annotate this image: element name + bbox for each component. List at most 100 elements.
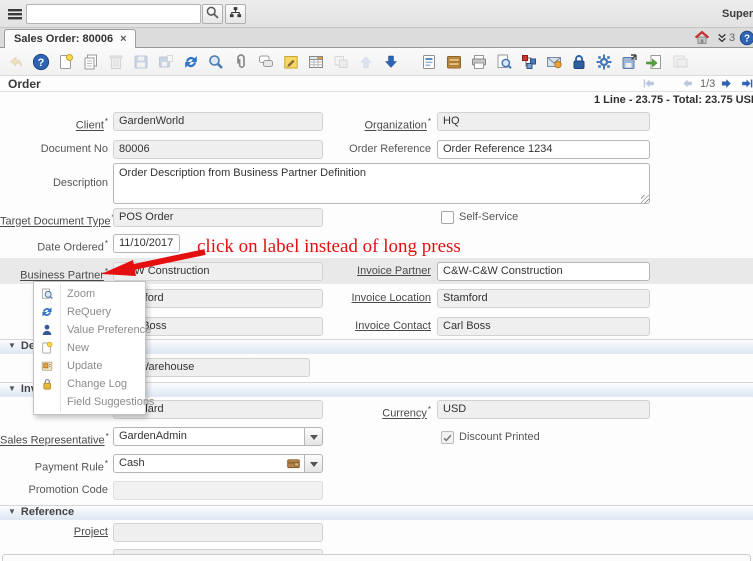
- collapse-triangle-icon: ▼: [8, 382, 16, 395]
- collapse-triangle-icon: ▼: [8, 505, 16, 518]
- tab-sales-order[interactable]: Sales Order: 80006 ×: [4, 29, 136, 48]
- sales-representative-label[interactable]: Sales Representative: [0, 427, 108, 446]
- self-service-checkbox[interactable]: [441, 211, 454, 224]
- svg-text:?: ?: [37, 57, 44, 69]
- client-label[interactable]: Client: [0, 112, 108, 131]
- date-ordered-label: Date Ordered: [0, 234, 108, 253]
- order-reference-label: Order Reference: [290, 140, 431, 159]
- detail-pane-edge[interactable]: [2, 554, 751, 561]
- payment-rule-label: Payment Rule: [0, 454, 108, 473]
- currency-field[interactable]: USD: [437, 400, 650, 419]
- order-reference-field[interactable]: Order Reference 1234: [437, 140, 650, 159]
- invoice-contact-field[interactable]: Carl Boss: [437, 317, 650, 336]
- organization-label[interactable]: Organization: [290, 112, 431, 131]
- menu-item-requery[interactable]: ReQuery: [34, 303, 145, 321]
- menu-item-value-preference[interactable]: Value Preference: [34, 321, 145, 339]
- chat-icon[interactable]: [255, 51, 276, 72]
- export-icon[interactable]: [618, 51, 639, 72]
- payment-rule-dropdown-button[interactable]: [305, 454, 323, 473]
- search-button[interactable]: [202, 4, 223, 24]
- nav-next-record-icon[interactable]: [720, 77, 733, 93]
- menu-item-label: Field Suggestions: [60, 396, 154, 408]
- invoice-location-label[interactable]: Invoice Location: [290, 289, 431, 308]
- private-record-icon[interactable]: [568, 51, 589, 72]
- self-service-label: Self-Service: [459, 211, 518, 224]
- copy-record-icon[interactable]: [80, 51, 101, 72]
- grid-toggle-icon[interactable]: [305, 51, 326, 72]
- nav-previous-record-icon: [681, 77, 694, 93]
- cash-icon: [286, 456, 301, 474]
- menu-item-field-suggestions[interactable]: Field Suggestions: [34, 393, 145, 411]
- menu-item-zoom[interactable]: Zoom: [34, 285, 145, 303]
- invoice-partner-label[interactable]: Invoice Partner: [290, 262, 431, 281]
- sales-order-window: SuperUser Sales Order: 80006 × 3 ? ? Ord…: [0, 0, 753, 561]
- csv-import-icon[interactable]: [643, 51, 664, 72]
- record-position: 1/3: [700, 78, 715, 90]
- discount-printed-checkbox[interactable]: [441, 431, 454, 444]
- description-field[interactable]: Order Description from Business Partner …: [113, 163, 650, 204]
- collapse-all-icon[interactable]: [716, 32, 728, 47]
- section-header-reference[interactable]: ▼Reference: [0, 505, 753, 520]
- parent-record-icon: [355, 51, 376, 72]
- textarea-resize-grip-icon[interactable]: [641, 195, 649, 203]
- undo-icon: [5, 51, 26, 72]
- top-header-bar: SuperUser: [0, 0, 753, 28]
- request-icon[interactable]: [543, 51, 564, 72]
- global-search-input[interactable]: [26, 4, 201, 24]
- tab-breadcrumb[interactable]: Order: [8, 77, 41, 91]
- promotion-code-label: Promotion Code: [0, 481, 108, 500]
- annotation-text: click on label instead of long press: [197, 236, 461, 258]
- process-icon[interactable]: [593, 51, 614, 72]
- collapse-triangle-icon: ▼: [8, 339, 16, 352]
- workflow-icon[interactable]: [518, 51, 539, 72]
- change-log-icon: [34, 377, 60, 391]
- print-preview-icon[interactable]: [493, 51, 514, 72]
- promotion-code-field: [113, 481, 323, 500]
- menu-item-label: Update: [60, 360, 102, 372]
- print-icon[interactable]: [468, 51, 489, 72]
- help-circle-icon[interactable]: ?: [739, 30, 753, 49]
- menu-item-label: Value Preference: [60, 324, 151, 336]
- invoice-location-field[interactable]: Stamford: [437, 289, 650, 308]
- sales-representative-dropdown-button[interactable]: [305, 427, 323, 446]
- menu-item-label: Zoom: [60, 288, 95, 300]
- hamburger-menu-icon[interactable]: [6, 5, 26, 23]
- detail-record-icon[interactable]: [380, 51, 401, 72]
- help-icon[interactable]: ?: [30, 51, 51, 72]
- new-record-icon[interactable]: [55, 51, 76, 72]
- menu-item-new[interactable]: New: [34, 339, 145, 357]
- invoice-partner-field[interactable]: C&W-C&W Construction: [437, 262, 650, 281]
- find-record-icon[interactable]: [205, 51, 226, 72]
- invoice-contact-label[interactable]: Invoice Contact: [290, 317, 431, 336]
- payment-rule-field[interactable]: Cash: [113, 454, 305, 473]
- project-field[interactable]: [113, 523, 323, 542]
- currency-label[interactable]: Currency: [290, 400, 431, 419]
- business-partner-label[interactable]: Business Partner: [0, 262, 108, 281]
- archive-icon[interactable]: [443, 51, 464, 72]
- delete-record-icon: [105, 51, 126, 72]
- open-items-count: 3: [729, 32, 735, 44]
- project-label[interactable]: Project: [0, 523, 108, 542]
- target-document-type-label[interactable]: Target Document Type: [0, 208, 108, 227]
- nav-last-record-icon[interactable]: [740, 77, 753, 93]
- nav-first-record-icon: [643, 77, 656, 93]
- value-preference-icon: [34, 323, 60, 337]
- menu-item-change-log[interactable]: Change Log: [34, 375, 145, 393]
- sitemap-button[interactable]: [225, 4, 246, 24]
- requery-icon[interactable]: [180, 51, 201, 72]
- tab-close-icon[interactable]: ×: [120, 33, 126, 45]
- menu-item-update[interactable]: Update: [34, 357, 145, 375]
- label-print-icon: [668, 51, 689, 72]
- discount-printed-label: Discount Printed: [459, 431, 540, 444]
- sales-representative-field[interactable]: GardenAdmin: [113, 427, 305, 446]
- organization-field[interactable]: HQ: [437, 112, 650, 131]
- window-toolbar: ?: [0, 48, 753, 76]
- logged-in-user[interactable]: SuperUser: [722, 8, 753, 20]
- attachment-icon[interactable]: [230, 51, 251, 72]
- target-document-type-field[interactable]: POS Order: [113, 208, 323, 227]
- postit-icon[interactable]: [280, 51, 301, 72]
- report-icon[interactable]: [418, 51, 439, 72]
- update-icon: [34, 359, 60, 373]
- menu-item-label: Change Log: [60, 378, 127, 390]
- home-icon[interactable]: [694, 30, 710, 49]
